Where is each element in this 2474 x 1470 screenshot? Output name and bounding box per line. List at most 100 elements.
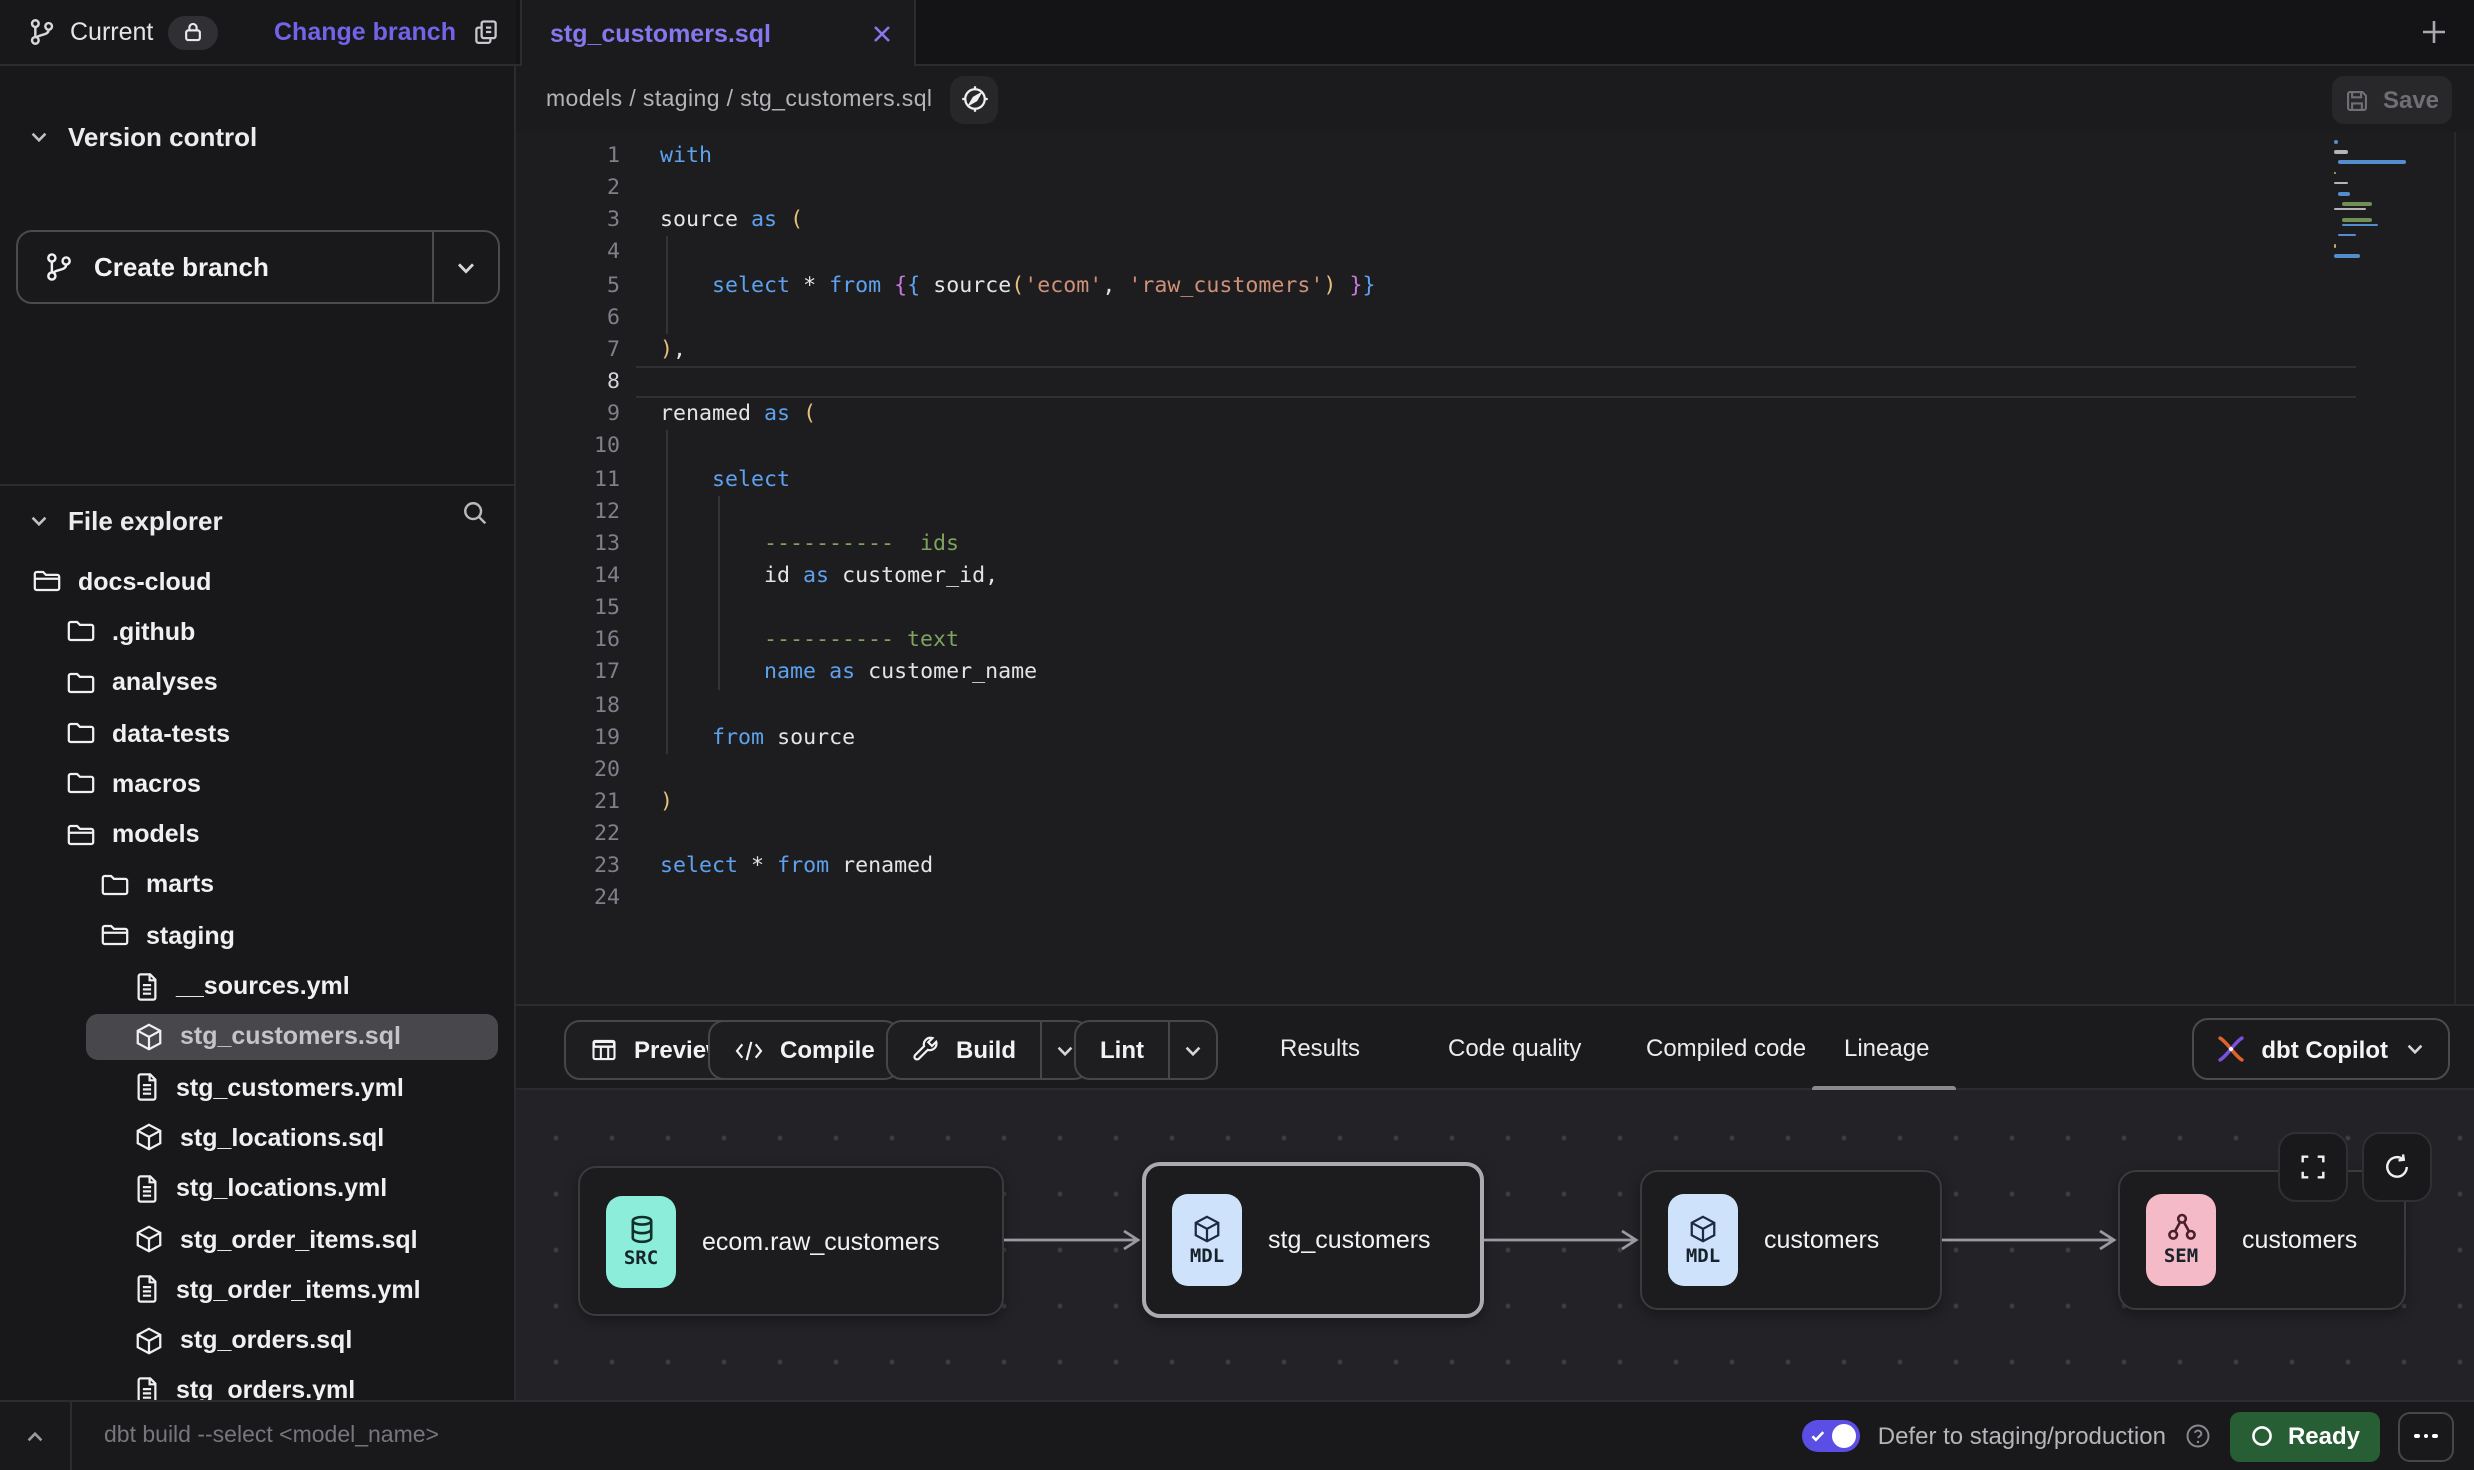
version-control-title: Version control	[68, 121, 257, 151]
lint-button[interactable]: Lint	[1074, 1020, 1218, 1080]
tree-item-stg-locations-yml[interactable]: stg_locations.yml	[0, 1163, 514, 1214]
folder-icon	[66, 617, 96, 647]
lineage-node-stg-customers[interactable]: MDLstg_customers	[1142, 1162, 1484, 1318]
tab-lineage[interactable]: Lineage	[1844, 1006, 1929, 1090]
copy-icon[interactable]	[472, 18, 500, 46]
tree-item-models[interactable]: models	[0, 809, 514, 860]
tree-item-stg-orders-yml[interactable]: stg_orders.yml	[0, 1366, 514, 1400]
sidebar-divider	[0, 484, 514, 486]
change-branch-link[interactable]: Change branch	[274, 18, 456, 46]
dbt-copilot-button[interactable]: dbt Copilot	[2191, 1018, 2450, 1080]
save-button[interactable]: Save	[2332, 76, 2452, 124]
code-line-19[interactable]: 19 from source	[516, 721, 2474, 753]
code-line-4[interactable]: 4	[516, 237, 2474, 269]
code-line-20[interactable]: 20	[516, 754, 2474, 786]
code-line-5[interactable]: 5 select * from {{ source('ecom', 'raw_c…	[516, 269, 2474, 301]
more-options-button[interactable]	[2398, 1411, 2454, 1461]
code-editor[interactable]: 1with23source as (45 select * from {{ so…	[516, 132, 2474, 1004]
fullscreen-button[interactable]	[2278, 1132, 2348, 1202]
chevron-down-icon	[28, 125, 50, 147]
create-branch-dropdown[interactable]	[432, 232, 498, 302]
lint-label: Lint	[1100, 1036, 1144, 1064]
tree-item-analyses[interactable]: analyses	[0, 657, 514, 708]
code-line-18[interactable]: 18	[516, 689, 2474, 721]
version-control-header[interactable]: Version control	[0, 114, 514, 158]
refresh-icon	[2382, 1152, 2412, 1182]
code-line-8[interactable]: 8	[516, 366, 2474, 398]
file-explorer-header[interactable]: File explorer	[0, 498, 514, 542]
tab-close-icon[interactable]	[870, 21, 894, 45]
code-line-12[interactable]: 12	[516, 495, 2474, 527]
create-branch-button[interactable]: Create branch	[16, 230, 500, 304]
tree-item-label: .github	[112, 618, 195, 646]
command-input[interactable]: dbt build --select <model_name>	[72, 1424, 439, 1448]
branch-bar: Current Change branch	[0, 0, 516, 66]
tab-results[interactable]: Results	[1280, 1006, 1360, 1090]
code-line-3[interactable]: 3source as (	[516, 205, 2474, 237]
copilot-compass-button[interactable]	[950, 75, 998, 123]
chevron-down-icon	[28, 509, 50, 531]
code-line-11[interactable]: 11 select	[516, 463, 2474, 495]
tree-item--github[interactable]: .github	[0, 607, 514, 658]
code-line-9[interactable]: 9renamed as (	[516, 398, 2474, 430]
status-circle-icon	[2250, 1424, 2274, 1448]
editor-scrollbar[interactable]	[2454, 132, 2456, 1004]
lint-dropdown[interactable]	[1168, 1022, 1216, 1078]
compile-button[interactable]: Compile	[708, 1020, 901, 1080]
tree-item-label: stg_customers.yml	[176, 1073, 404, 1101]
help-icon[interactable]	[2184, 1422, 2212, 1450]
tree-item-stg-customers-sql[interactable]: stg_customers.sql	[0, 1011, 514, 1062]
code-line-22[interactable]: 22	[516, 818, 2474, 850]
create-branch-label: Create branch	[94, 252, 269, 282]
code-line-14[interactable]: 14 id as customer_id,	[516, 560, 2474, 592]
code-line-10[interactable]: 10	[516, 431, 2474, 463]
file-search-icon[interactable]	[460, 498, 490, 528]
tab-code-quality[interactable]: Code quality	[1448, 1006, 1581, 1090]
code-line-13[interactable]: 13 ---------- ids	[516, 528, 2474, 560]
code-line-23[interactable]: 23select * from renamed	[516, 851, 2474, 883]
build-button[interactable]: Build	[886, 1020, 1090, 1080]
tree-item-stg-order-items-sql[interactable]: stg_order_items.sql	[0, 1214, 514, 1265]
code-line-15[interactable]: 15	[516, 592, 2474, 624]
code-line-7[interactable]: 7),	[516, 334, 2474, 366]
code-line-24[interactable]: 24	[516, 883, 2474, 915]
current-branch[interactable]: Current	[0, 15, 217, 49]
mdl-badge: MDL	[1668, 1194, 1738, 1286]
tree-item-stg-customers-yml[interactable]: stg_customers.yml	[0, 1062, 514, 1113]
ide-status-ready[interactable]: Ready	[2230, 1411, 2380, 1461]
code-line-1[interactable]: 1with	[516, 140, 2474, 172]
command-bar-collapse[interactable]	[0, 1402, 72, 1470]
refresh-button[interactable]	[2362, 1132, 2432, 1202]
tab-compiled-code[interactable]: Compiled code	[1646, 1006, 1806, 1090]
tree-item--sources-yml[interactable]: __sources.yml	[0, 961, 514, 1012]
tree-item-label: macros	[112, 770, 201, 798]
dbt-copilot-label: dbt Copilot	[2261, 1035, 2388, 1063]
tree-item-marts[interactable]: marts	[0, 860, 514, 911]
code-line-16[interactable]: 16 ---------- text	[516, 625, 2474, 657]
check-icon	[1810, 1428, 1826, 1444]
tab-title: stg_customers.sql	[550, 19, 771, 47]
lineage-node-ecom-raw-customers[interactable]: SRCecom.raw_customers	[578, 1166, 1004, 1316]
tree-item-stg-locations-sql[interactable]: stg_locations.sql	[0, 1113, 514, 1164]
code-line-17[interactable]: 17 name as customer_name	[516, 657, 2474, 689]
defer-label: Defer to staging/production	[1878, 1422, 2166, 1450]
tree-item-macros[interactable]: macros	[0, 758, 514, 809]
tree-item-stg-order-items-yml[interactable]: stg_order_items.yml	[0, 1264, 514, 1315]
tree-item-data-tests[interactable]: data-tests	[0, 708, 514, 759]
code-line-2[interactable]: 2	[516, 172, 2474, 204]
defer-toggle[interactable]	[1802, 1420, 1860, 1452]
tab-stg-customers-sql[interactable]: stg_customers.sql	[520, 0, 916, 66]
tree-item-label: stg_orders.sql	[180, 1326, 352, 1354]
file-icon	[134, 1173, 160, 1203]
lineage-panel[interactable]: SRCecom.raw_customers MDLstg_customers MDL…	[516, 1090, 2474, 1400]
tree-item-label: models	[112, 820, 200, 848]
tree-item-docs-cloud[interactable]: docs-cloud	[0, 556, 514, 607]
code-line-6[interactable]: 6	[516, 302, 2474, 334]
new-tab-plus-icon[interactable]	[2418, 16, 2450, 48]
tree-item-staging[interactable]: staging	[0, 910, 514, 961]
tree-item-stg-orders-sql[interactable]: stg_orders.sql	[0, 1315, 514, 1366]
folder-icon	[66, 769, 96, 799]
folder-icon	[66, 718, 96, 748]
code-line-21[interactable]: 21)	[516, 786, 2474, 818]
lineage-node-customers[interactable]: MDLcustomers	[1640, 1170, 1942, 1310]
